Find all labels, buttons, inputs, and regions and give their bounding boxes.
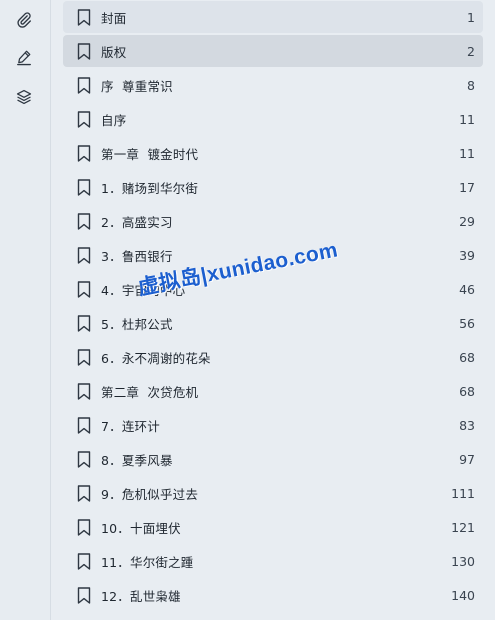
toc-title: 第二章 次贷危机 [101, 384, 199, 400]
toc-row[interactable]: 1．赌场到华尔街 17 [63, 171, 483, 203]
toc-page-number: 39 [459, 247, 475, 263]
toc-title: 12．乱世枭雄 [101, 588, 181, 604]
toc-page-number: 97 [459, 451, 475, 467]
bookmark-list: 封面 1 版权 2 序 尊重常识 8 自序 11 第一章 镀金时代 11 1．赌… [51, 0, 495, 620]
toc-page-number: 8 [467, 77, 475, 93]
annotations-button[interactable] [11, 44, 37, 70]
toc-row[interactable]: 2．高盛实习 29 [63, 205, 483, 237]
toc-page-number: 83 [459, 417, 475, 433]
bookmark-icon [77, 212, 91, 230]
toc-row[interactable]: 4．宇宙的中心 46 [63, 273, 483, 305]
bookmark-icon [77, 110, 91, 128]
toc-title: 自序 [101, 112, 127, 128]
toc-page-number: 121 [451, 519, 475, 535]
toc-row[interactable]: 11．华尔街之踵 130 [63, 545, 483, 577]
toc-row[interactable]: 6．永不凋谢的花朵 68 [63, 341, 483, 373]
bookmark-icon [77, 76, 91, 94]
bookmark-icon [77, 586, 91, 604]
bookmark-icon [77, 348, 91, 366]
bookmark-icon [77, 382, 91, 400]
paperclip-icon [17, 12, 31, 28]
toc-page-number: 11 [459, 145, 475, 161]
toc-page-number: 68 [459, 349, 475, 365]
toc-row[interactable]: 版权 2 [63, 35, 483, 67]
toc-row[interactable]: 5．杜邦公式 56 [63, 307, 483, 339]
layers-icon [16, 89, 32, 105]
toc-row[interactable]: 自序 11 [63, 103, 483, 135]
bookmark-icon [77, 280, 91, 298]
bookmark-icon [77, 552, 91, 570]
toc-page-number: 1 [467, 9, 475, 25]
bookmark-icon [77, 144, 91, 162]
toc-title: 3．鲁西银行 [101, 248, 173, 264]
bookmark-icon [77, 450, 91, 468]
bookmark-icon [77, 246, 91, 264]
toc-row[interactable]: 序 尊重常识 8 [63, 69, 483, 101]
bookmark-icon [77, 178, 91, 196]
toc-row[interactable]: 第一章 镀金时代 11 [63, 137, 483, 169]
bookmark-icon [77, 416, 91, 434]
bookmark-icon [77, 518, 91, 536]
reader-app: 封面 1 版权 2 序 尊重常识 8 自序 11 第一章 镀金时代 11 1．赌… [0, 0, 495, 620]
toc-title: 8．夏季风暴 [101, 452, 173, 468]
toc-page-number: 29 [459, 213, 475, 229]
toc-page-number: 46 [459, 281, 475, 297]
toc-page-number: 140 [451, 587, 475, 603]
toc-title: 9．危机似乎过去 [101, 486, 199, 502]
toc-page-number: 56 [459, 315, 475, 331]
toc-row[interactable]: 8．夏季风暴 97 [63, 443, 483, 475]
pen-icon [17, 50, 31, 66]
toc-title: 10．十面埋伏 [101, 520, 181, 536]
toc-row[interactable]: 10．十面埋伏 121 [63, 511, 483, 543]
toc-title: 第一章 镀金时代 [101, 146, 199, 162]
toc-page-number: 68 [459, 383, 475, 399]
toc-title: 版权 [101, 44, 127, 60]
toc-title: 封面 [101, 10, 127, 26]
attachments-button[interactable] [11, 6, 37, 32]
toc-title: 7．连环计 [101, 418, 160, 434]
toc-row[interactable]: 9．危机似乎过去 111 [63, 477, 483, 509]
toc-page-number: 130 [451, 553, 475, 569]
bookmark-icon [77, 8, 91, 26]
toc-page-number: 111 [451, 485, 475, 501]
layers-button[interactable] [11, 84, 37, 110]
toc-row[interactable]: 7．连环计 83 [63, 409, 483, 441]
toc-page-number: 11 [459, 111, 475, 127]
toc-row[interactable]: 第二章 次贷危机 68 [63, 375, 483, 407]
toc-title: 序 尊重常识 [101, 78, 173, 94]
toc-row[interactable]: 封面 1 [63, 1, 483, 33]
toc-title: 11．华尔街之踵 [101, 554, 194, 570]
toc-row[interactable]: 12．乱世枭雄 140 [63, 579, 483, 611]
toc-title: 1．赌场到华尔街 [101, 180, 199, 196]
bookmark-icon [77, 42, 91, 60]
toc-title: 2．高盛实习 [101, 214, 173, 230]
toc-page-number: 17 [459, 179, 475, 195]
toc-title: 5．杜邦公式 [101, 316, 173, 332]
toc-page-number: 2 [467, 43, 475, 59]
bookmark-icon [77, 484, 91, 502]
toc-title: 6．永不凋谢的花朵 [101, 350, 211, 366]
bookmark-icon [77, 314, 91, 332]
left-tool-rail [0, 0, 51, 620]
